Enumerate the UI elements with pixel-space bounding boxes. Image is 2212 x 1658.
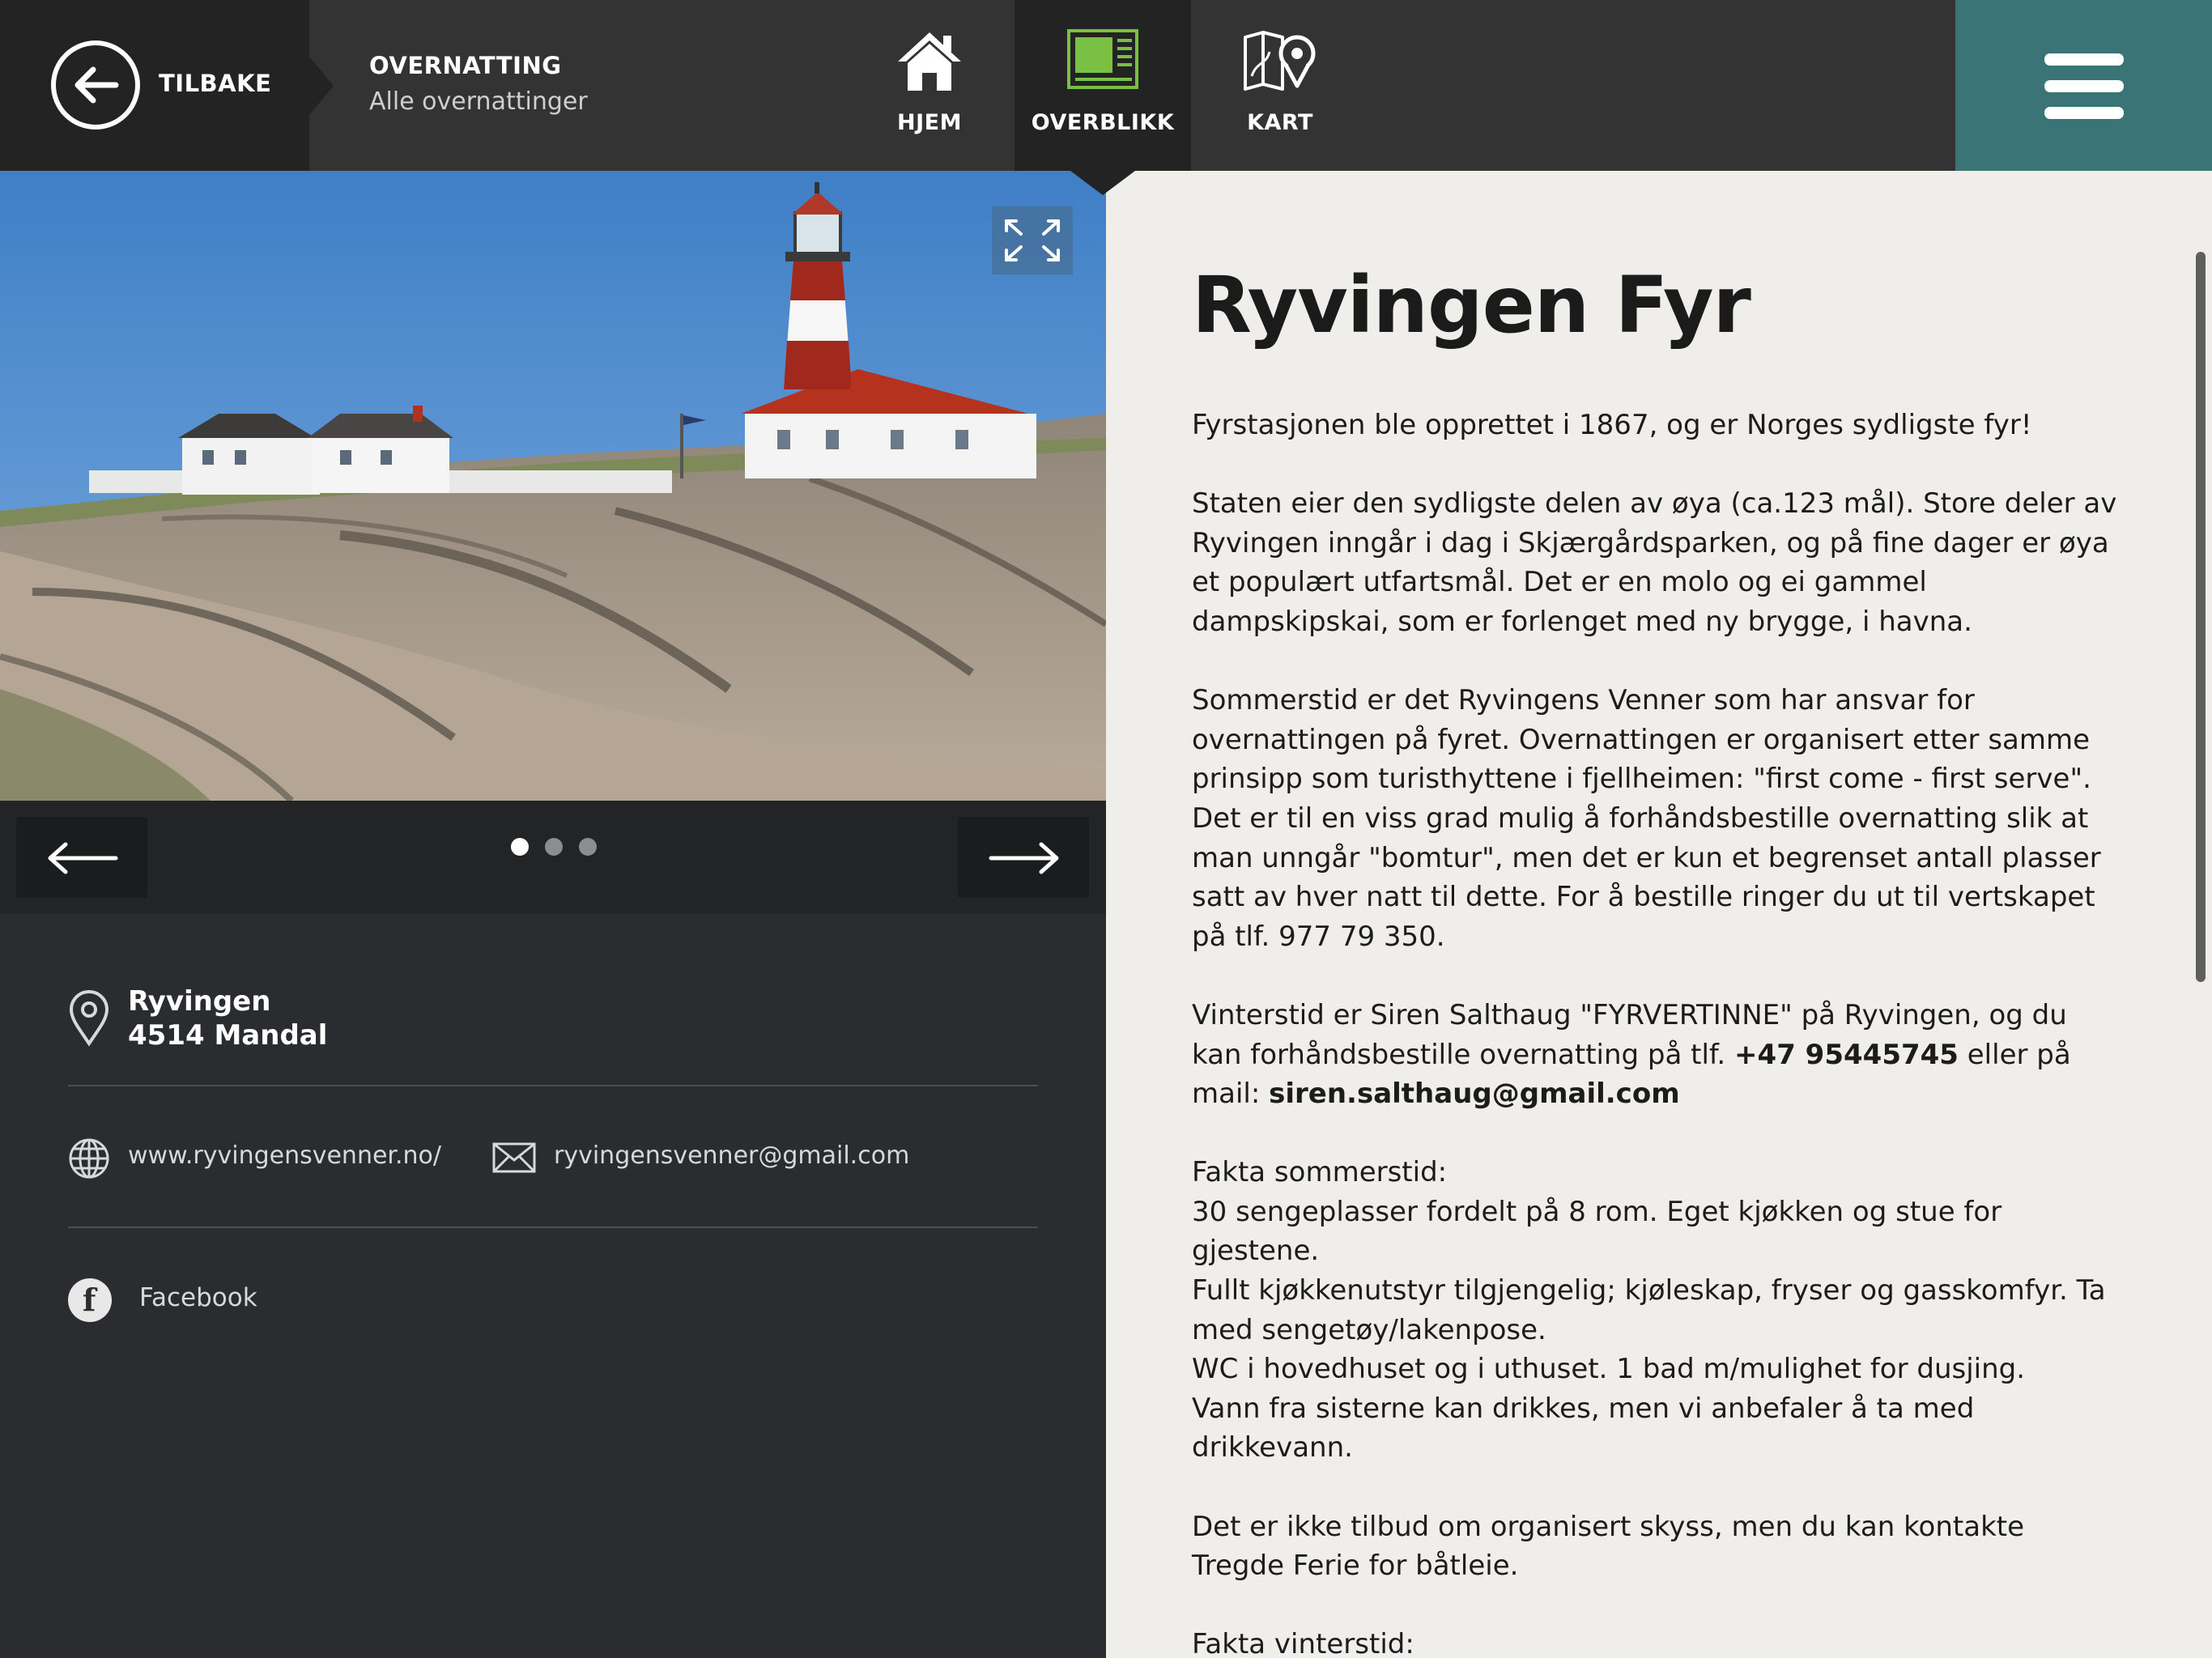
website-link[interactable]: www.ryvingensvenner.no/: [128, 1141, 441, 1170]
facts-summer: Fakta sommerstid: 30 sengeplasser fordel…: [1192, 1153, 2123, 1468]
nav-home-label: HJEM: [897, 110, 962, 135]
globe-icon: [69, 1138, 109, 1179]
facebook-icon: f: [68, 1278, 112, 1322]
back-label: TILBAKE: [159, 70, 272, 97]
back-arrow-icon: [51, 40, 140, 130]
home-icon: [898, 32, 961, 91]
breadcrumb-title: OVERNATTING: [369, 52, 562, 79]
divider: [68, 1085, 1038, 1086]
arrow-left-icon: [48, 842, 118, 874]
facts-summer-item: WC i hovedhuset og i uthuset. 1 bad m/mu…: [1192, 1353, 2026, 1386]
nav-overview-label: OVERBLIKK: [1031, 110, 1175, 135]
page-title: Ryvingen Fyr: [1192, 260, 1751, 351]
paragraph-winter: Vinterstid er Siren Salthaug "FYRVERTINN…: [1192, 996, 2123, 1114]
nav-overview[interactable]: OVERBLIKK: [1015, 0, 1191, 171]
gallery-dot-2[interactable]: [545, 838, 563, 856]
breadcrumb-subtitle[interactable]: Alle overnattinger: [369, 87, 588, 116]
phone-number[interactable]: +47 95445745: [1734, 1039, 1959, 1071]
article-panel[interactable]: Ryvingen Fyr Fyrstasjonen ble opprettet …: [1106, 171, 2212, 1658]
gallery-controls: [0, 801, 1106, 914]
nav-map-label: KART: [1247, 110, 1313, 135]
nav-home[interactable]: HJEM: [873, 0, 986, 171]
address-line-1: Ryvingen: [128, 985, 271, 1018]
paragraph-ownership: Staten eier den sydligste delen av øya (…: [1192, 487, 2117, 638]
back-notch: [309, 57, 334, 115]
location-pin-icon: [69, 990, 109, 1047]
overview-icon: [1067, 29, 1138, 89]
scrollbar[interactable]: [2196, 252, 2206, 982]
paragraph-intro: Fyrstasjonen ble opprettet i 1867, og er…: [1192, 409, 2032, 441]
facts-summer-item: 30 sengeplasser fordelt på 8 rom. Eget k…: [1192, 1195, 2002, 1268]
facts-winter-heading: Fakta vinterstid:: [1192, 1628, 1414, 1658]
gallery-dot-1[interactable]: [511, 838, 529, 856]
contact-info-panel: Ryvingen 4514 Mandal www.ryvingensvenner…: [0, 914, 1106, 1658]
facts-summer-item: Fullt kjøkkenutstyr tilgjengelig; kjøles…: [1192, 1274, 2106, 1346]
menu-button[interactable]: [1955, 0, 2212, 171]
mail-icon: [492, 1142, 536, 1173]
previous-image-button[interactable]: [16, 817, 147, 898]
address-line-2: 4514 Mandal: [128, 1019, 328, 1052]
article-body: Fyrstasjonen ble opprettet i 1867, og er…: [1192, 406, 2123, 1658]
facts-summer-item: Vann fra sisterne kan drikkes, men vi an…: [1192, 1392, 1975, 1465]
facts-summer-heading: Fakta sommerstid:: [1192, 1156, 1448, 1189]
arrow-right-icon: [989, 842, 1059, 874]
facebook-link[interactable]: Facebook: [139, 1283, 257, 1312]
email-link[interactable]: ryvingensvenner@gmail.com: [554, 1141, 909, 1170]
map-pin-icon: [1244, 31, 1316, 91]
next-image-button[interactable]: [958, 817, 1089, 898]
photo-gallery[interactable]: [0, 171, 1106, 801]
back-button[interactable]: TILBAKE: [0, 0, 309, 171]
divider: [68, 1226, 1038, 1228]
active-nav-pointer: [1070, 171, 1135, 195]
paragraph-transport: Det er ikke tilbud om organisert skyss, …: [1192, 1510, 2025, 1583]
paragraph-summer: Sommerstid er det Ryvingens Venner som h…: [1192, 684, 2101, 953]
winter-email[interactable]: siren.salthaug@gmail.com: [1269, 1078, 1680, 1110]
nav-map[interactable]: KART: [1221, 0, 1339, 171]
expand-button[interactable]: [992, 206, 1073, 274]
top-bar: TILBAKE OVERNATTING Alle overnattinger H…: [0, 0, 2212, 195]
expand-icon: [1005, 219, 1060, 261]
lighthouse-photo: [0, 171, 1106, 801]
gallery-dot-3[interactable]: [579, 838, 597, 856]
